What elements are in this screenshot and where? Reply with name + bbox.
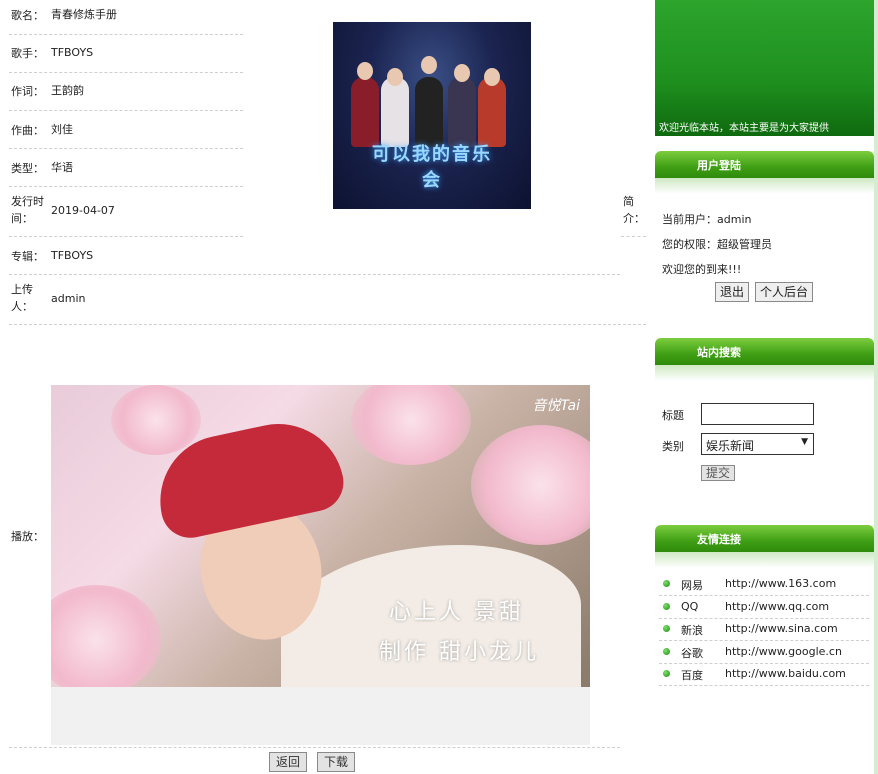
type-label: 类型： xyxy=(11,162,44,175)
personal-backend-button[interactable]: 个人后台 xyxy=(755,282,814,302)
search-box-header: 站内搜索 xyxy=(655,338,874,365)
link-url[interactable]: http://www.sina.com xyxy=(725,622,838,635)
box-shade xyxy=(655,365,874,381)
link-item[interactable]: 新浪 http://www.sina.com xyxy=(659,618,869,641)
cover-figure-head xyxy=(387,68,403,86)
link-name[interactable]: 新浪 xyxy=(681,622,703,638)
album-label: 专辑： xyxy=(11,250,44,263)
link-item[interactable]: 百度 http://www.baidu.com xyxy=(659,663,869,686)
divider xyxy=(9,186,243,187)
bullet-icon xyxy=(663,603,670,610)
singer-value: TFBOYS xyxy=(51,46,94,59)
blossom-decoration xyxy=(111,385,201,455)
uploader-value: admin xyxy=(51,292,86,305)
sidebar: 欢迎光临本站，本站主要是为大家提供 用户登陆 当前用户：admin 您的权限：超… xyxy=(655,0,878,774)
cover-figure xyxy=(448,77,476,147)
song-name-label: 歌名： xyxy=(11,9,44,22)
links-box-header: 友情连接 xyxy=(655,525,874,552)
uploader-label: 上传人： xyxy=(11,283,33,313)
video-caption-line-1: 心上人 景甜 xyxy=(389,600,524,625)
cover-figure-head xyxy=(357,62,373,80)
box-shade xyxy=(655,552,874,568)
links-box-title: 友情连接 xyxy=(697,533,741,546)
divider xyxy=(9,324,646,325)
cover-figure-head xyxy=(484,68,500,86)
divider xyxy=(9,148,243,149)
download-button[interactable]: 下载 xyxy=(317,752,356,772)
bullet-icon xyxy=(663,580,670,587)
cover-figure-head xyxy=(454,64,470,82)
link-name[interactable]: 网易 xyxy=(681,577,703,593)
divider xyxy=(621,236,646,237)
login-box-header: 用户登陆 xyxy=(655,151,874,178)
search-category-label: 类别 xyxy=(662,440,684,453)
divider xyxy=(9,236,243,237)
link-name[interactable]: 谷歌 xyxy=(681,645,703,661)
video-watermark: 音悦Tai xyxy=(532,398,580,414)
welcome-text: 欢迎您的到来!!! xyxy=(662,263,742,276)
cover-figure-head xyxy=(421,56,437,74)
bullet-icon xyxy=(663,670,670,677)
login-box-title: 用户登陆 xyxy=(697,159,741,172)
cover-title: 可以我的音乐会 xyxy=(372,144,492,191)
divider xyxy=(9,747,620,748)
blossom-decoration xyxy=(351,385,471,465)
current-user-text: 当前用户：admin xyxy=(662,213,752,226)
link-url[interactable]: http://www.baidu.com xyxy=(725,667,846,680)
sidebar-banner: 欢迎光临本站，本站主要是为大家提供 xyxy=(655,0,874,136)
lyricist-value: 王韵韵 xyxy=(51,84,84,97)
song-name-value: 青春修炼手册 xyxy=(51,8,117,21)
release-date-label: 发行时间： xyxy=(11,195,44,225)
release-date-value: 2019-04-07 xyxy=(51,204,115,217)
bullet-icon xyxy=(663,625,670,632)
composer-value: 刘佳 xyxy=(51,123,73,136)
video-controls-bar[interactable] xyxy=(51,687,590,745)
album-value: TFBOYS xyxy=(51,249,94,262)
page-edge-border xyxy=(874,0,878,774)
divider xyxy=(9,274,620,275)
video-caption-line-2: 制作 甜小龙儿 xyxy=(379,640,539,665)
blossom-decoration xyxy=(471,425,590,545)
cover-figure xyxy=(351,77,379,147)
intro-label: 简介： xyxy=(623,195,645,225)
link-item[interactable]: 谷歌 http://www.google.cn xyxy=(659,641,869,664)
link-url[interactable]: http://www.163.com xyxy=(725,577,836,590)
divider xyxy=(9,110,243,111)
link-url[interactable]: http://www.qq.com xyxy=(725,600,829,613)
cover-figure xyxy=(415,77,443,147)
divider xyxy=(9,34,243,35)
cover-figure xyxy=(478,77,506,147)
blossom-decoration xyxy=(51,585,161,687)
link-item[interactable]: 网易 http://www.163.com xyxy=(659,573,869,596)
cover-figure xyxy=(381,77,409,147)
link-url[interactable]: http://www.google.cn xyxy=(725,645,842,658)
search-box-title: 站内搜索 xyxy=(697,346,741,359)
link-item[interactable]: QQ http://www.qq.com xyxy=(659,596,869,619)
bullet-icon xyxy=(663,648,670,655)
category-selected-value: 娱乐新闻 xyxy=(706,439,755,453)
link-name[interactable]: QQ xyxy=(681,600,698,613)
permission-text: 您的权限：超级管理员 xyxy=(662,238,772,251)
search-title-label: 标题 xyxy=(662,409,684,422)
logout-button[interactable]: 退出 xyxy=(715,282,750,302)
link-name[interactable]: 百度 xyxy=(681,667,703,683)
singer-label: 歌手： xyxy=(11,47,44,60)
back-button[interactable]: 返回 xyxy=(269,752,308,772)
composer-label: 作曲： xyxy=(11,124,44,137)
lyricist-label: 作词： xyxy=(11,85,44,98)
album-cover-image: 可以我的音乐会 xyxy=(333,22,531,209)
search-category-select[interactable]: 娱乐新闻 ▼ xyxy=(701,433,814,455)
banner-ticker-text: 欢迎光临本站，本站主要是为大家提供 xyxy=(659,123,829,134)
divider xyxy=(9,72,243,73)
type-value: 华语 xyxy=(51,161,73,174)
search-submit-button[interactable]: 提交 xyxy=(701,465,736,481)
play-label: 播放： xyxy=(11,530,44,543)
box-shade xyxy=(655,178,874,194)
chevron-down-icon: ▼ xyxy=(801,437,808,447)
video-player[interactable]: 音悦Tai 心上人 景甜 制作 甜小龙儿 xyxy=(51,385,590,687)
search-title-input[interactable] xyxy=(701,403,814,425)
